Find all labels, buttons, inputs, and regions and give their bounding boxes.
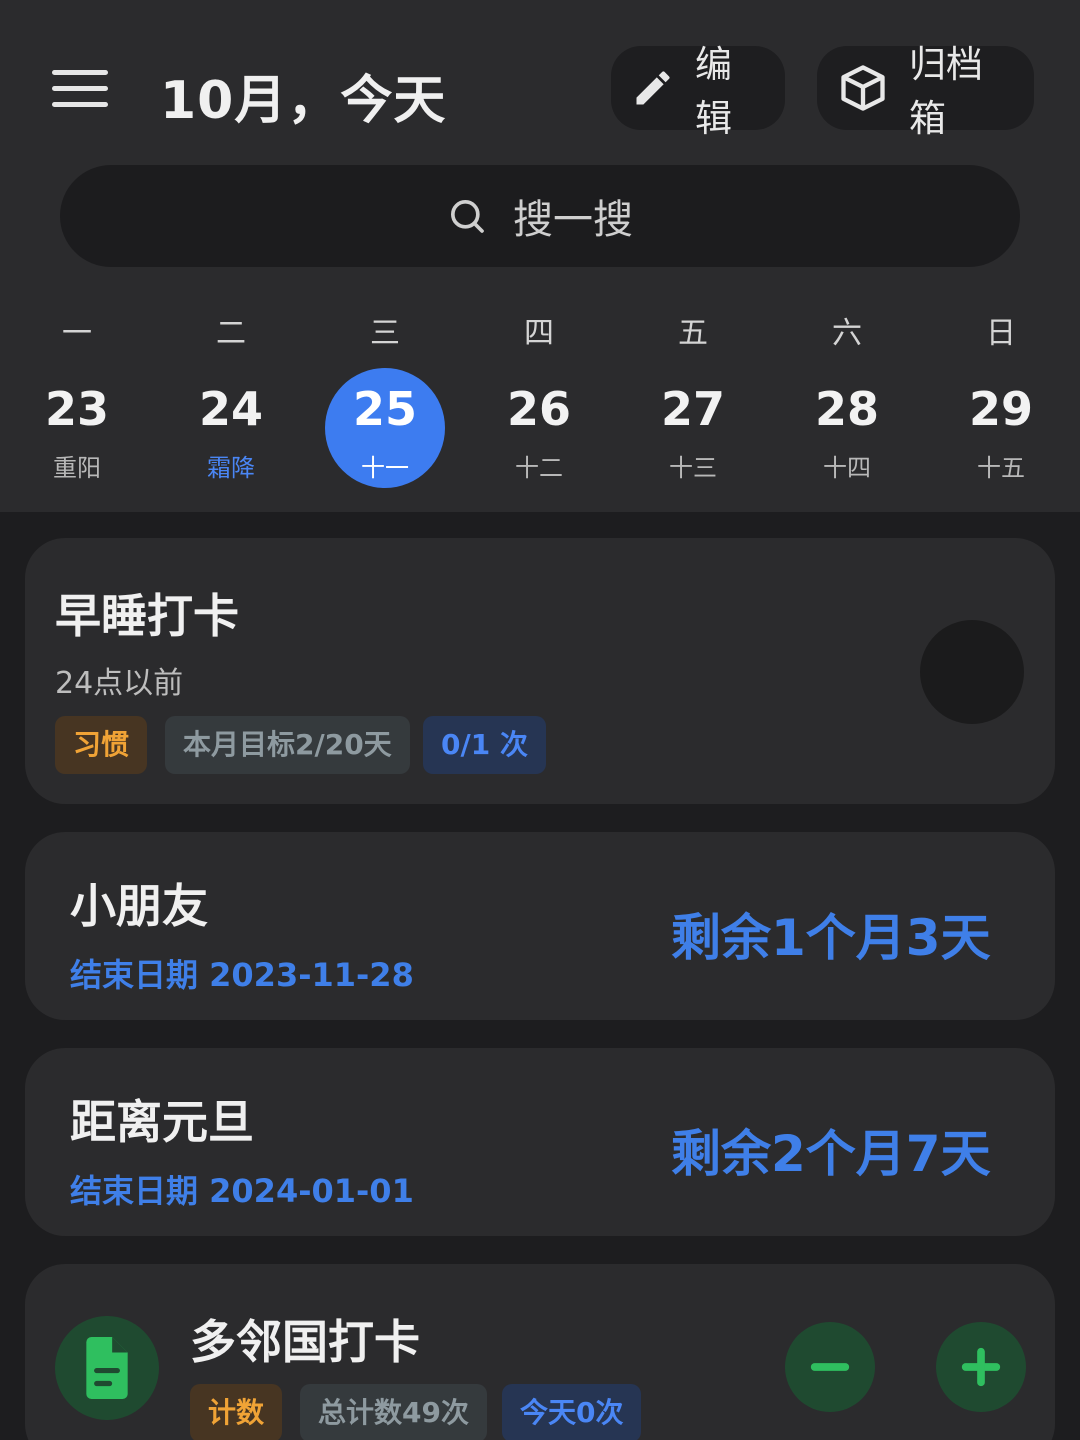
weekday-sat: 六 <box>832 316 862 351</box>
edit-label: 编辑 <box>695 43 732 140</box>
weekday-wed: 三 <box>370 316 400 351</box>
search-input[interactable]: 搜一搜 <box>60 165 1020 267</box>
remaining-time: 剩余2个月7天 <box>671 1125 991 1183</box>
day-solar-term: 霜降 <box>207 454 255 482</box>
day-number: 27 <box>660 382 725 436</box>
weekday-fri: 五 <box>678 316 708 351</box>
day-lunar: 重阳 <box>53 454 101 482</box>
countdown-card-kid[interactable]: 小朋友 结束日期 2023-11-28 剩余1个月3天 <box>25 832 1055 1020</box>
end-date: 结束日期 2023-11-28 <box>70 956 414 994</box>
card-description: 24点以前 <box>55 666 184 701</box>
increment-button[interactable] <box>936 1322 1026 1412</box>
archive-button[interactable]: 归档箱 <box>817 43 1034 140</box>
day-29[interactable]: 29 十五 <box>941 368 1061 488</box>
counter-card-duolingo[interactable]: 多邻国打卡 计数 总计数49次 今天0次 <box>25 1264 1055 1440</box>
pencil-icon <box>636 71 670 105</box>
day-lunar: 十二 <box>515 454 563 482</box>
document-icon <box>55 1316 159 1420</box>
day-number: 25 <box>352 382 417 436</box>
weekday-tue: 二 <box>216 316 246 351</box>
day-lunar: 十四 <box>823 454 871 482</box>
day-number: 28 <box>814 382 879 436</box>
page-title: 10月，今天 <box>160 71 447 131</box>
remaining-time: 剩余1个月3天 <box>671 909 991 967</box>
tag-habit: 习惯 <box>55 716 148 774</box>
search-placeholder: 搜一搜 <box>513 197 633 243</box>
edit-button[interactable]: 编辑 <box>611 43 785 140</box>
habit-card-early-sleep[interactable]: 早睡打卡 24点以前 习惯 本月目标2/20天 0/1 次 <box>25 538 1055 804</box>
tag-counter: 计数 <box>190 1384 283 1440</box>
day-23[interactable]: 23 重阳 <box>17 368 137 488</box>
day-24[interactable]: 24 霜降 <box>171 368 291 488</box>
weekday-thu: 四 <box>524 316 554 351</box>
decrement-button[interactable] <box>785 1322 875 1412</box>
weekday-sun: 日 <box>986 316 1016 351</box>
card-title: 早睡打卡 <box>55 589 239 643</box>
minus-icon <box>810 1363 850 1371</box>
day-number: 23 <box>44 382 109 436</box>
countdown-card-new-year[interactable]: 距离元旦 结束日期 2024-01-01 剩余2个月7天 <box>25 1048 1055 1236</box>
day-lunar: 十三 <box>669 454 717 482</box>
end-date: 结束日期 2024-01-01 <box>70 1172 414 1210</box>
box-icon <box>841 65 885 111</box>
archive-label: 归档箱 <box>909 43 983 140</box>
tag-today-count: 今天0次 <box>502 1384 642 1440</box>
tag-monthly-goal: 本月目标2/20天 <box>165 716 410 774</box>
plus-icon <box>961 1347 1001 1387</box>
day-lunar: 十五 <box>977 454 1025 482</box>
card-title: 距离元旦 <box>70 1095 254 1149</box>
day-number: 29 <box>968 382 1033 436</box>
check-in-button[interactable] <box>920 620 1024 724</box>
day-number: 24 <box>198 382 263 436</box>
day-27[interactable]: 27 十三 <box>633 368 753 488</box>
day-28[interactable]: 28 十四 <box>787 368 907 488</box>
search-icon <box>451 200 484 233</box>
tag-total-count: 总计数49次 <box>300 1384 487 1440</box>
card-title: 小朋友 <box>70 879 208 933</box>
day-25-selected[interactable]: 25 十一 <box>325 368 445 488</box>
tag-check-count: 0/1 次 <box>423 716 546 774</box>
card-title: 多邻国打卡 <box>190 1315 420 1369</box>
day-26[interactable]: 26 十二 <box>479 368 599 488</box>
day-lunar: 十一 <box>361 454 409 482</box>
weekday-mon: 一 <box>62 316 92 351</box>
menu-icon[interactable] <box>52 70 108 110</box>
day-number: 26 <box>506 382 571 436</box>
